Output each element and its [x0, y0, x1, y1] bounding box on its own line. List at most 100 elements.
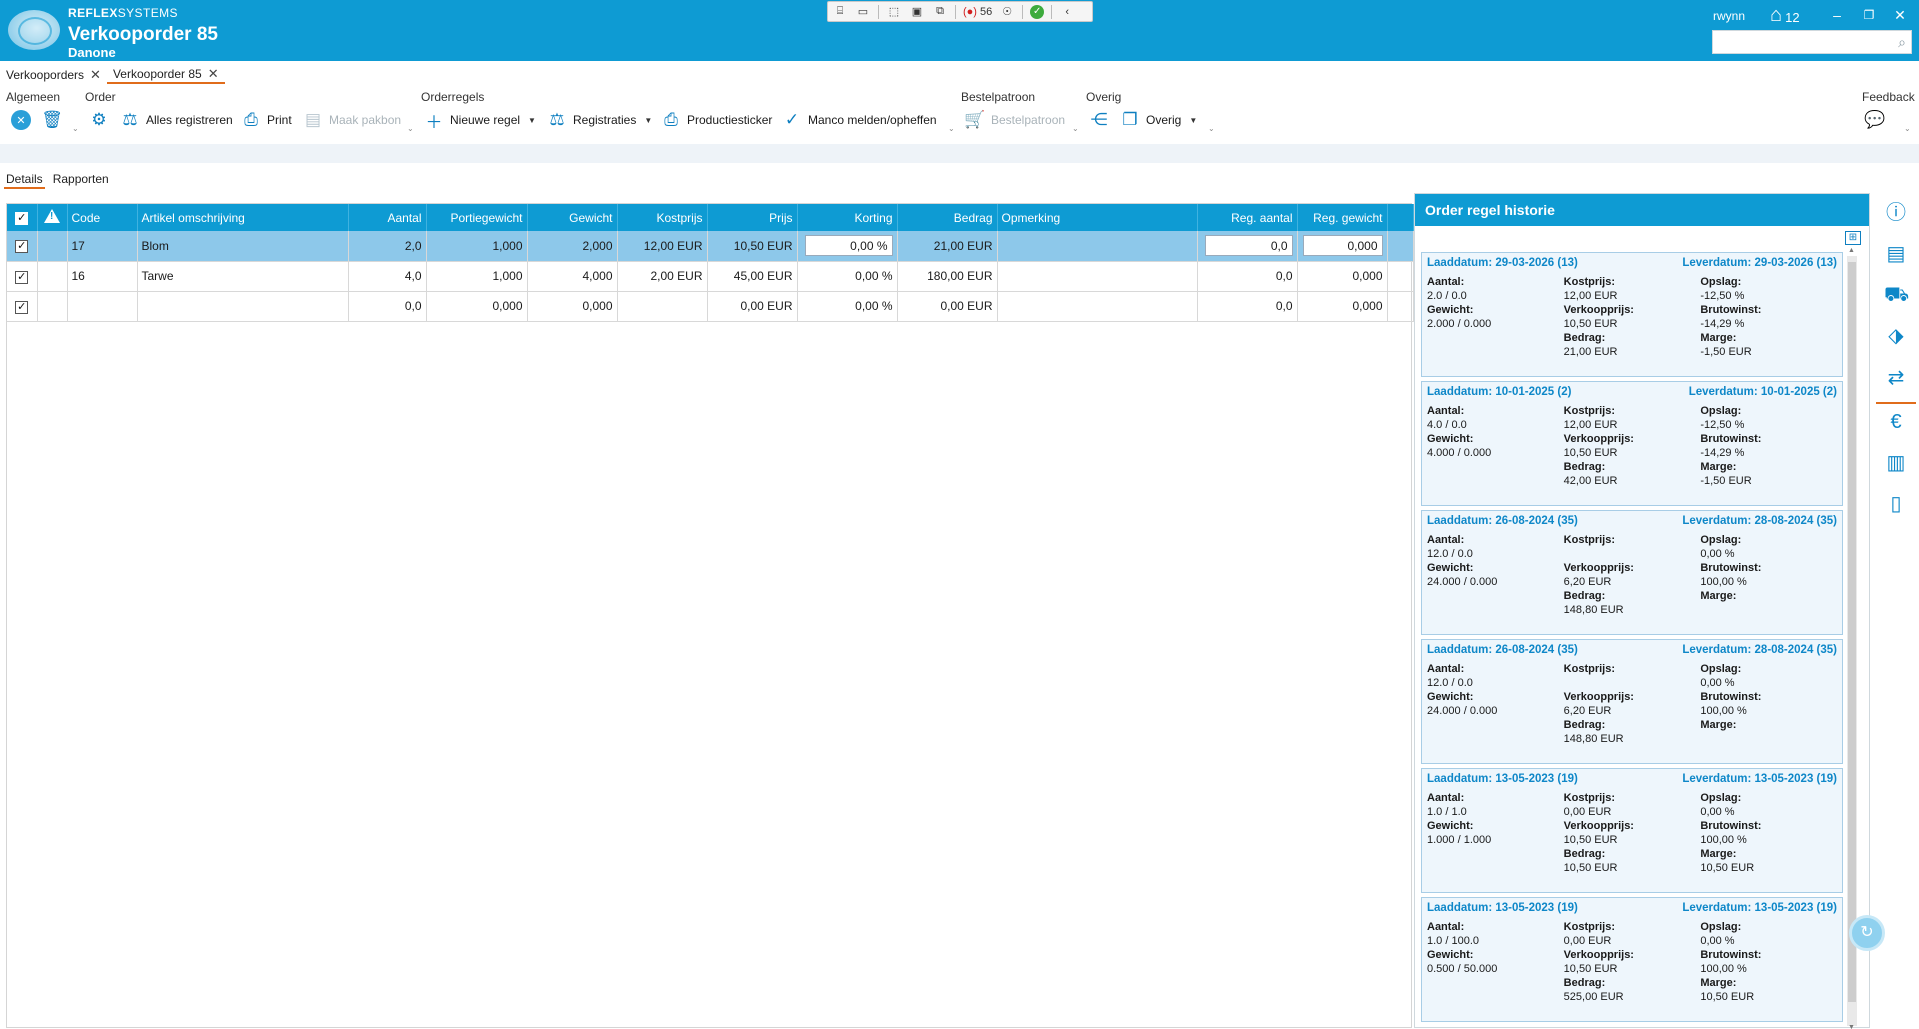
weight-cell[interactable]: 4,000 — [527, 261, 618, 292]
table-row[interactable]: ✓ 17 Blom 2,0 1,000 2,000 12,00 EUR 10,5… — [7, 231, 1414, 262]
reg-quantity-input[interactable]: 0,0 — [1204, 235, 1293, 257]
row-checkbox[interactable]: ✓ — [7, 231, 38, 262]
quantity-cell[interactable]: 0,0 — [348, 291, 427, 322]
column-header[interactable]: Reg. aantal — [1197, 204, 1298, 231]
group-expand-icon[interactable]: ⌄ — [72, 124, 79, 133]
route-icon[interactable]: ⇄ — [1884, 366, 1908, 390]
column-header[interactable]: Reg. gewicht — [1297, 204, 1388, 231]
share-button[interactable]: ⋲ — [1089, 109, 1109, 131]
info-icon[interactable]: ⓘ — [1884, 201, 1908, 225]
reg-weight-cell[interactable]: 0,000 — [1297, 261, 1388, 292]
column-header[interactable]: Korting — [797, 204, 898, 231]
document-icon[interactable]: ▥ — [1884, 451, 1908, 475]
feedback-button[interactable]: 💬 — [1864, 109, 1885, 131]
select-element-icon[interactable]: ⬚ — [886, 5, 902, 19]
close-window-button[interactable]: ✕ — [1890, 5, 1910, 25]
remark-cell[interactable] — [997, 291, 1198, 322]
overig-button[interactable]: ❐ Overig ▼ — [1120, 109, 1197, 131]
price-cell[interactable]: 45,00 EUR — [707, 261, 798, 292]
weight-cell[interactable]: 2,000 — [527, 231, 618, 262]
layout-icon[interactable]: ⧉ — [932, 5, 948, 19]
check-ok-icon[interactable]: ✓ — [1030, 4, 1045, 19]
history-card[interactable]: Laaddatum: 13-05-2023 (19) Leverdatum: 13… — [1421, 768, 1843, 893]
discount-cell[interactable]: 0,00 % — [797, 291, 898, 322]
column-header[interactable]: Artikel omschrijving — [137, 204, 349, 231]
tab-rapporten[interactable]: Rapporten — [51, 172, 111, 189]
article-cell[interactable] — [137, 291, 349, 322]
settings-button[interactable]: ⚙ — [89, 109, 109, 131]
column-header[interactable]: Portiegewicht — [426, 204, 528, 231]
scrollbar-thumb[interactable] — [1848, 262, 1856, 1002]
document-list-icon[interactable]: ▤ — [1884, 242, 1908, 266]
search-icon[interactable]: ⌕ — [1898, 34, 1906, 51]
table-row[interactable]: ✓ 0,0 0,000 0,000 0,00 EUR 0,00 % 0,00 E… — [7, 291, 1414, 322]
code-cell[interactable] — [67, 291, 138, 322]
history-card[interactable]: Laaddatum: 26-08-2024 (35) Leverdatum: 28… — [1421, 639, 1843, 764]
close-icon[interactable]: ✕ — [90, 67, 101, 83]
row-checkbox[interactable]: ✓ — [7, 291, 38, 322]
column-header[interactable]: Code — [67, 204, 138, 231]
column-header[interactable]: Kostprijs — [617, 204, 708, 231]
code-cell[interactable]: 17 — [67, 231, 138, 262]
table-row[interactable]: ✓ 16 Tarwe 4,0 1,000 4,000 2,00 EUR 45,0… — [7, 261, 1414, 292]
discount-cell[interactable]: 0,00 % — [797, 231, 898, 262]
portion-weight-cell[interactable]: 0,000 — [426, 291, 528, 322]
notebook-icon[interactable]: ▯ — [1884, 492, 1908, 516]
restore-button[interactable]: ❐ — [1859, 5, 1879, 25]
price-cell[interactable]: 10,50 EUR — [707, 231, 798, 262]
column-header[interactable]: Bedrag — [897, 204, 998, 231]
history-card[interactable]: Laaddatum: 29-03-2026 (13) Leverdatum: 29… — [1421, 252, 1843, 377]
home-button[interactable]: ⌂ 12 — [1770, 5, 1800, 25]
minimize-button[interactable]: – — [1827, 5, 1847, 25]
group-expand-icon[interactable]: ⌄ — [948, 124, 955, 133]
close-order-button[interactable]: ✕ — [11, 109, 31, 131]
portion-weight-cell[interactable]: 1,000 — [426, 261, 528, 292]
reg-weight-cell[interactable]: 0,000 — [1297, 231, 1388, 262]
collapse-icon[interactable]: ‹ — [1059, 5, 1075, 19]
column-header[interactable]: Prijs — [707, 204, 798, 231]
remark-cell[interactable] — [997, 231, 1198, 262]
price-cell[interactable]: 0,00 EUR — [707, 291, 798, 322]
portion-weight-cell[interactable]: 1,000 — [426, 231, 528, 262]
delivery-truck-icon[interactable]: ⛟ — [1884, 283, 1909, 307]
code-cell[interactable]: 16 — [67, 261, 138, 292]
discount-cell[interactable]: 0,00 % — [797, 261, 898, 292]
manco-button[interactable]: ✓ Manco melden/opheffen — [782, 109, 937, 131]
registrations-button[interactable]: ⚖ Registraties ▼ — [547, 109, 652, 131]
tab-verkooporders[interactable]: Verkooporders ✕ — [0, 66, 107, 84]
new-line-button[interactable]: ＋ Nieuwe regel ▼ — [424, 109, 536, 132]
packing-slip-button[interactable]: ▤ Maak pakbon — [303, 109, 401, 131]
binding-errors-icon[interactable]: (●) — [963, 6, 977, 18]
discount-input[interactable]: 0,00 % — [804, 235, 893, 257]
search-input[interactable]: ⌕ — [1712, 30, 1912, 54]
article-cell[interactable]: Tarwe — [137, 261, 349, 292]
column-header[interactable]: Aantal — [348, 204, 427, 231]
euro-icon[interactable]: € — [1884, 410, 1908, 434]
print-button[interactable]: ⎙ Print — [241, 109, 292, 131]
group-expand-icon[interactable]: ⌄ — [1208, 124, 1215, 133]
chevron-down-icon[interactable]: ▼ — [644, 116, 652, 125]
article-cell[interactable]: Blom — [137, 231, 349, 262]
register-all-button[interactable]: ⚖ Alles registreren — [120, 109, 232, 131]
tab-verkooporder-85[interactable]: Verkooporder 85 ✕ — [106, 66, 225, 84]
inspect-icon[interactable]: ⌸ — [832, 5, 848, 19]
quantity-cell[interactable]: 4,0 — [348, 261, 427, 292]
video-icon[interactable]: ▭ — [855, 5, 871, 19]
delete-button[interactable]: 🗑 — [41, 109, 63, 131]
reg-weight-input[interactable]: 0,000 — [1302, 235, 1383, 257]
chevron-down-icon[interactable]: ▼ — [1189, 116, 1197, 125]
tab-details[interactable]: Details — [4, 172, 45, 189]
reg-quantity-cell[interactable]: 0,0 — [1197, 261, 1298, 292]
weight-cell[interactable]: 0,000 — [527, 291, 618, 322]
chevron-down-icon[interactable]: ▼ — [528, 116, 536, 125]
reg-quantity-cell[interactable]: 0,0 — [1197, 231, 1298, 262]
scroll-down-icon[interactable]: ▼ — [1848, 1024, 1855, 1029]
history-card[interactable]: Laaddatum: 13-05-2023 (19) Leverdatum: 13… — [1421, 897, 1843, 1022]
column-header[interactable]: Opmerking — [997, 204, 1198, 231]
quantity-cell[interactable]: 2,0 — [348, 231, 427, 262]
history-card[interactable]: Laaddatum: 26-08-2024 (35) Leverdatum: 28… — [1421, 510, 1843, 635]
scroll-up-icon[interactable]: ▲ — [1848, 247, 1855, 254]
production-sticker-button[interactable]: ⎙ Productiesticker — [661, 109, 772, 131]
history-card[interactable]: Laaddatum: 10-01-2025 (2) Leverdatum: 10-… — [1421, 381, 1843, 506]
accessibility-icon[interactable]: ☉ — [999, 5, 1015, 19]
